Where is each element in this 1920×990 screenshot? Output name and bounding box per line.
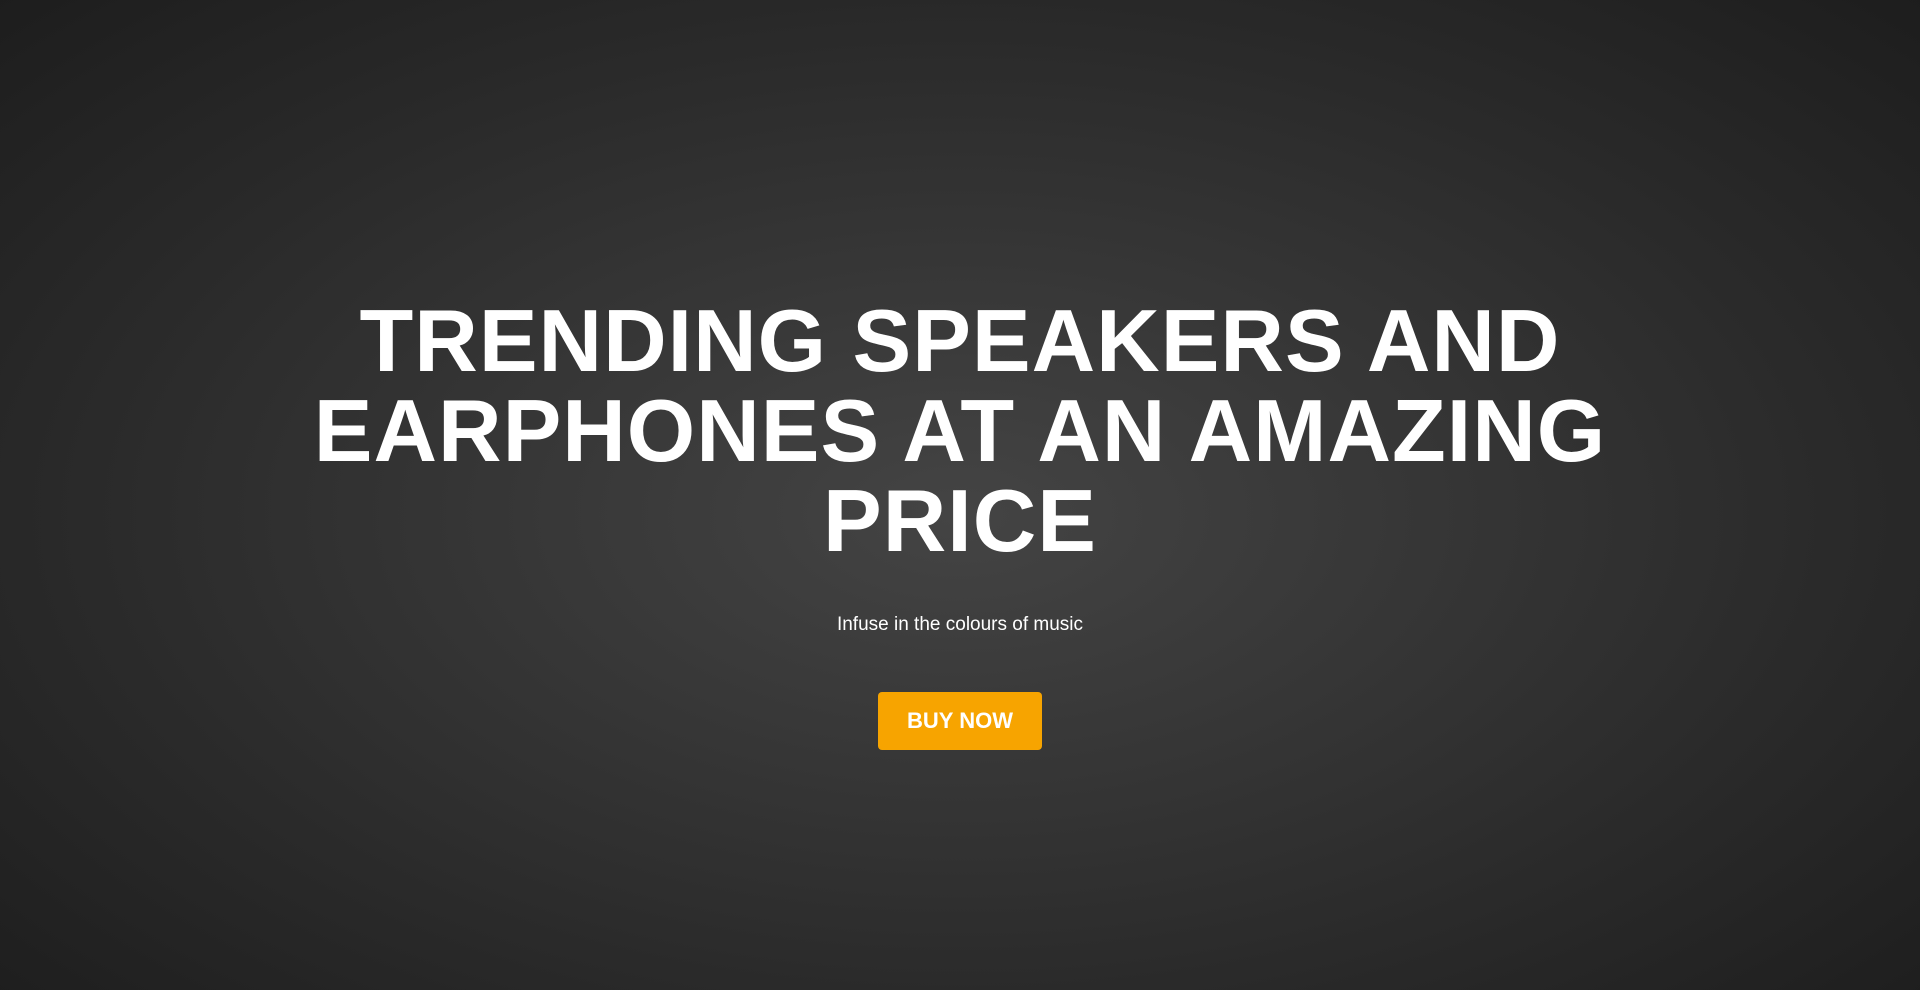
hero-tagline: Infuse in the colours of music (836, 614, 1084, 635)
hero-section: TRENDING SPEAKERS AND EARPHONES AT AN AM… (0, 0, 1920, 990)
hero-headline: TRENDING SPEAKERS AND EARPHONES AT AN AM… (313, 291, 1607, 570)
buy-now-button[interactable]: BUY NOW (878, 692, 1042, 750)
